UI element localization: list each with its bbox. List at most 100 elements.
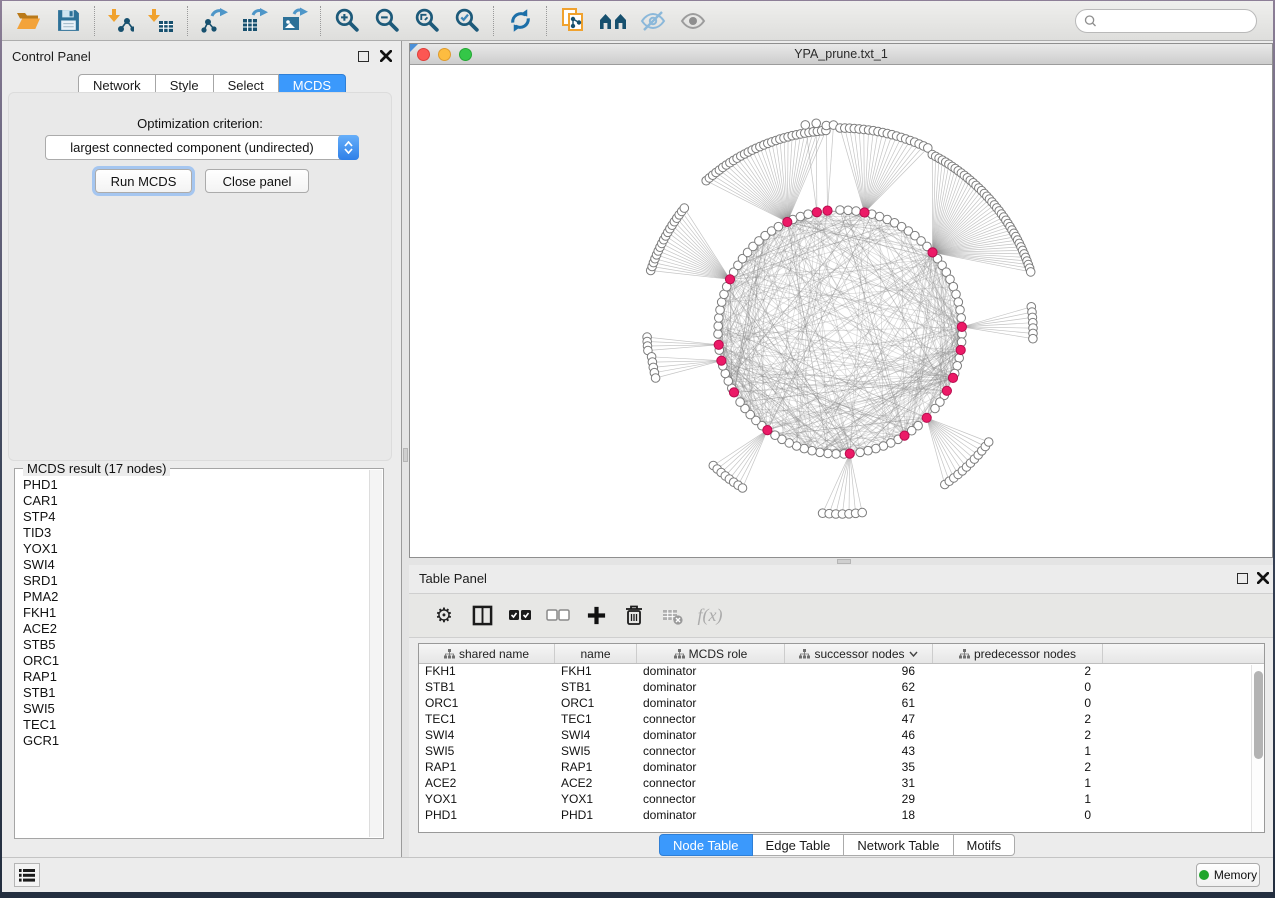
mcds-result-item[interactable]: TEC1 [23,717,368,733]
mcds-result-item[interactable]: STB5 [23,637,368,653]
table-row[interactable]: SWI5SWI5connector431 [419,744,1264,760]
task-list-icon [19,868,35,882]
mcds-result-item[interactable]: TID3 [23,525,368,541]
clear-selection-icon[interactable] [539,601,577,631]
mcds-result-item[interactable]: PHD1 [23,477,368,493]
cell-shared-name: YOX1 [419,792,555,808]
mcds-result-item[interactable]: STB1 [23,685,368,701]
mcds-result-item[interactable]: SWI5 [23,701,368,717]
zoom-in-icon[interactable] [327,5,367,37]
close-panel-icon[interactable] [380,50,392,62]
column-header-MCDS-role[interactable]: MCDS role [637,644,785,663]
mcds-result-group: MCDS result (17 nodes) PHD1CAR1STP4TID3Y… [14,468,384,839]
add-column-icon[interactable] [577,601,615,631]
zoom-fit-icon[interactable] [407,5,447,37]
cell-predecessor-nodes: 2 [933,728,1103,744]
column-label: shared name [459,647,529,661]
mcds-result-item[interactable]: CAR1 [23,493,368,509]
first-neighbors-icon[interactable] [593,5,633,37]
vertical-splitter[interactable] [402,41,409,857]
save-session-icon[interactable] [48,5,88,37]
criterion-dropdown[interactable]: largest connected component (undirected) [45,135,359,160]
float-panel-icon[interactable] [358,51,369,62]
new-network-from-selection-icon[interactable] [553,5,593,37]
column-header-shared-name[interactable]: shared name [419,644,555,663]
zoom-selected-icon[interactable] [447,5,487,37]
splitter-grip[interactable] [837,559,851,564]
export-image-icon[interactable] [274,5,314,37]
cell-MCDS-role: connector [637,744,785,760]
dropdown-stepper-icon [338,135,359,160]
show-all-icon[interactable] [673,5,713,37]
column-network-icon [799,649,810,659]
table-settings-icon[interactable]: ⚙ [425,601,463,631]
mcds-result-item[interactable]: ACE2 [23,621,368,637]
delete-column-icon[interactable] [615,601,653,631]
cell-MCDS-role: dominator [637,664,785,680]
scrollbar-thumb[interactable] [1254,671,1263,759]
mcds-result-item[interactable]: SRD1 [23,573,368,589]
function-builder-icon[interactable]: f(x) [691,601,729,631]
cell-successor-nodes: 62 [785,680,933,696]
tab-network-table[interactable]: Network Table [844,834,953,856]
refresh-view-icon[interactable] [500,5,540,37]
search-input[interactable] [1097,12,1256,30]
float-panel-icon[interactable] [1237,573,1248,584]
table-row[interactable]: PHD1PHD1dominator180 [419,808,1264,824]
table-row[interactable]: YOX1YOX1connector291 [419,792,1264,808]
mcds-result-list[interactable]: PHD1CAR1STP4TID3YOX1SWI4SRD1PMA2FKH1ACE2… [16,477,368,837]
cell-predecessor-nodes: 1 [933,744,1103,760]
show-columns-icon[interactable] [463,601,501,631]
column-label: successor nodes [814,647,904,661]
mcds-result-title: MCDS result (17 nodes) [23,461,170,476]
zoom-out-icon[interactable] [367,5,407,37]
mcds-result-item[interactable]: GCR1 [23,733,368,749]
table-row[interactable]: SWI4SWI4dominator462 [419,728,1264,744]
table-row[interactable]: FKH1FKH1dominator962 [419,664,1264,680]
splitter-grip[interactable] [403,448,408,462]
table-row[interactable]: TEC1TEC1connector472 [419,712,1264,728]
table-row[interactable]: ORC1ORC1dominator610 [419,696,1264,712]
search-box[interactable] [1075,9,1257,33]
cell-shared-name: ACE2 [419,776,555,792]
cell-predecessor-nodes: 1 [933,776,1103,792]
mcds-result-item[interactable]: ORC1 [23,653,368,669]
hide-selection-icon[interactable] [633,5,673,37]
network-window-titlebar[interactable]: YPA_prune.txt_1 [410,44,1272,65]
cell-successor-nodes: 29 [785,792,933,808]
mcds-result-item[interactable]: FKH1 [23,605,368,621]
network-canvas[interactable] [410,65,1272,557]
tab-node-table[interactable]: Node Table [659,834,753,856]
column-header-predecessor-nodes[interactable]: predecessor nodes [933,644,1103,663]
close-panel-button[interactable]: Close panel [205,169,309,193]
cell-name: SWI5 [555,744,637,760]
mcds-result-item[interactable]: RAP1 [23,669,368,685]
mcds-list-scrollbar[interactable] [369,470,382,837]
export-network-icon[interactable] [194,5,234,37]
delete-table-icon[interactable] [653,601,691,631]
task-history-button[interactable] [14,863,40,887]
import-network-icon[interactable] [101,5,141,37]
memory-button[interactable]: Memory [1196,863,1260,887]
close-panel-icon[interactable] [1257,572,1269,584]
mcds-result-item[interactable]: PMA2 [23,589,368,605]
table-row[interactable]: STB1STB1dominator620 [419,680,1264,696]
table-row[interactable]: ACE2ACE2connector311 [419,776,1264,792]
table-row[interactable]: RAP1RAP1dominator352 [419,760,1264,776]
run-mcds-button[interactable]: Run MCDS [95,169,192,193]
mcds-result-item[interactable]: YOX1 [23,541,368,557]
tab-motifs[interactable]: Motifs [954,834,1016,856]
select-all-icon[interactable] [501,601,539,631]
mcds-result-item[interactable]: STP4 [23,509,368,525]
frame-focus-marker [410,44,418,52]
cell-predecessor-nodes: 0 [933,696,1103,712]
mcds-result-item[interactable]: SWI4 [23,557,368,573]
horizontal-splitter[interactable] [409,558,1273,565]
column-header-successor-nodes[interactable]: successor nodes [785,644,933,663]
tab-edge-table[interactable]: Edge Table [753,834,845,856]
open-file-icon[interactable] [8,5,48,37]
table-scrollbar[interactable] [1251,665,1264,832]
import-table-icon[interactable] [141,5,181,37]
column-header-name[interactable]: name [555,644,637,663]
export-table-icon[interactable] [234,5,274,37]
